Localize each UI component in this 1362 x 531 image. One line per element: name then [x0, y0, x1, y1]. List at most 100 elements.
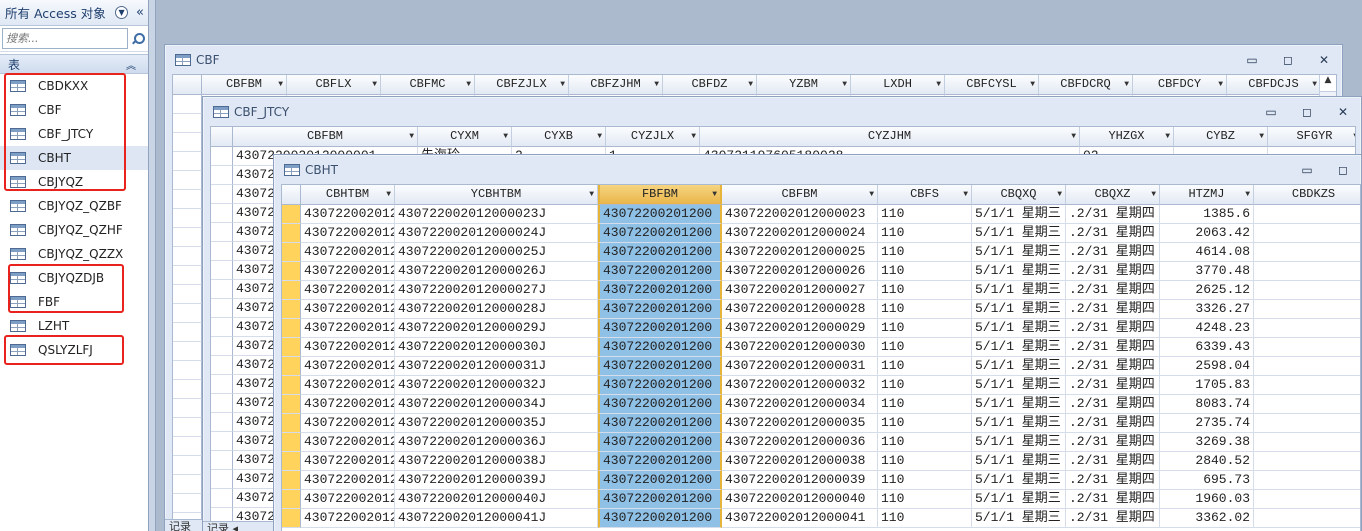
table-cell[interactable]: 3	[1254, 319, 1360, 338]
chevron-down-icon[interactable]: ▼	[1165, 127, 1170, 146]
chevron-down-icon[interactable]: ▼	[691, 127, 696, 146]
row-selector[interactable]	[173, 437, 202, 456]
select-all-corner[interactable]	[173, 75, 202, 95]
column-header[interactable]: CBFZJLX ▼	[475, 75, 569, 95]
table-cell[interactable]: 5/1/1 星期三	[972, 433, 1066, 452]
table-cell[interactable]: 110	[878, 433, 972, 452]
row-selector[interactable]	[173, 190, 202, 209]
table-cell[interactable]: .2/31 星期四	[1066, 243, 1160, 262]
table-cell[interactable]: 5/1/1 星期三	[972, 357, 1066, 376]
nav-item-cbjyqz-qzhf[interactable]: CBJYQZ_QZHF	[0, 218, 148, 242]
chevron-down-icon[interactable]: ▼	[936, 75, 941, 94]
chevron-down-icon[interactable]: ▼	[1151, 185, 1156, 204]
table-cell[interactable]: 3269.38	[1160, 433, 1254, 452]
table-cell[interactable]: 43072200201200	[598, 376, 722, 395]
restore-icon[interactable]: ◻	[1270, 53, 1306, 67]
table-cell[interactable]: 43072200201200	[598, 281, 722, 300]
table-cell[interactable]: 110	[878, 414, 972, 433]
table-cell[interactable]: 430722002012000025J	[395, 243, 598, 262]
table-cell[interactable]: 43072200201200	[598, 490, 722, 509]
window-cbht[interactable]: CBHT ▭ ◻ CBHTBM ▼ YCBHTBM ▼ FBFBM ▼ CBFBM ▼ CBFS…	[273, 154, 1362, 531]
chevron-down-icon[interactable]: ▼	[1353, 127, 1355, 146]
table-cell[interactable]: 430722002012000035J	[395, 414, 598, 433]
table-cell[interactable]: .2/31 星期四	[1066, 281, 1160, 300]
table-cell[interactable]: 110	[878, 490, 972, 509]
table-cell[interactable]: 430722002012000026J	[301, 262, 395, 281]
table-cell[interactable]: 1	[1254, 338, 1360, 357]
nav-item-cbjyqz-qzbf[interactable]: CBJYQZ_QZBF	[0, 194, 148, 218]
table-cell[interactable]: 5/1/1 星期三	[972, 319, 1066, 338]
table-cell[interactable]: .2/31 星期四	[1066, 509, 1160, 528]
table-cell[interactable]: 110	[878, 471, 972, 490]
table-cell[interactable]: 1	[1254, 205, 1360, 224]
row-selector[interactable]	[282, 509, 301, 528]
table-cell[interactable]: 430722002012000038	[722, 452, 878, 471]
table-cell[interactable]: 430722002012000032J	[395, 376, 598, 395]
chevron-down-icon[interactable]: ▼	[842, 75, 847, 94]
row-selector[interactable]	[282, 357, 301, 376]
row-selector[interactable]	[282, 205, 301, 224]
table-cell[interactable]: .2/31 星期四	[1066, 205, 1160, 224]
table-cell[interactable]: 5/1/1 星期三	[972, 224, 1066, 243]
chevron-down-icon[interactable]: ▼	[409, 127, 414, 146]
table-cell[interactable]: .2/31 星期四	[1066, 490, 1160, 509]
chevron-down-icon[interactable]: ▼	[712, 185, 717, 204]
chevron-down-icon[interactable]: ▼	[869, 185, 874, 204]
table-cell[interactable]: 430722002012000041	[722, 509, 878, 528]
row-selector[interactable]	[282, 300, 301, 319]
column-header[interactable]: YCBHTBM ▼	[395, 185, 598, 205]
column-header[interactable]: HTZMJ ▼	[1160, 185, 1254, 205]
table-cell[interactable]: 430722002012000034J	[301, 395, 395, 414]
table-cell[interactable]: 430722002012000031J	[395, 357, 598, 376]
row-selector[interactable]	[211, 318, 233, 337]
table-cell[interactable]: 430722002012000025	[722, 243, 878, 262]
column-header[interactable]: CBQXQ ▼	[972, 185, 1066, 205]
chevron-down-icon[interactable]: ▼	[1057, 185, 1062, 204]
chevron-down-icon[interactable]: ▼	[278, 75, 283, 94]
table-cell[interactable]: 5/1/1 星期三	[972, 490, 1066, 509]
table-cell[interactable]: 430722002012000024J	[301, 224, 395, 243]
table-cell[interactable]: .2/31 星期四	[1066, 338, 1160, 357]
table-cell[interactable]: .2/31 星期四	[1066, 224, 1160, 243]
table-cell[interactable]: 5/1/1 星期三	[972, 452, 1066, 471]
table-cell[interactable]: 2598.04	[1160, 357, 1254, 376]
row-selector[interactable]	[173, 380, 202, 399]
table-cell[interactable]: 430722002012000040J	[395, 490, 598, 509]
column-header[interactable]: CYZJHM ▼	[700, 127, 1080, 147]
row-selector[interactable]	[211, 489, 233, 508]
nav-title[interactable]: 所有 Access 对象	[5, 3, 115, 22]
column-header[interactable]: CYBZ ▼	[1174, 127, 1268, 147]
table-cell[interactable]: 430722002012000039J	[395, 471, 598, 490]
table-cell[interactable]: 6339.43	[1160, 338, 1254, 357]
table-cell[interactable]: 430722002012000038J	[395, 452, 598, 471]
table-cell[interactable]: .2/31 星期四	[1066, 471, 1160, 490]
table-cell[interactable]: 430722002012000027J	[395, 281, 598, 300]
table-cell[interactable]: 430722002012000040	[722, 490, 878, 509]
chevron-down-icon[interactable]: ▼	[589, 185, 594, 204]
table-cell[interactable]: 8083.74	[1160, 395, 1254, 414]
table-cell[interactable]: 2	[1254, 509, 1360, 528]
row-selector[interactable]	[173, 133, 202, 152]
row-selector[interactable]	[211, 204, 233, 223]
table-cell[interactable]: 1	[1254, 490, 1360, 509]
row-selector[interactable]	[211, 375, 233, 394]
row-selector[interactable]	[173, 361, 202, 380]
table-cell[interactable]: 110	[878, 224, 972, 243]
chevron-down-icon[interactable]: ▼	[1259, 127, 1264, 146]
table-cell[interactable]: 430722002012000027J	[301, 281, 395, 300]
table-cell[interactable]: 3362.02	[1160, 509, 1254, 528]
restore-icon[interactable]: ◻	[1325, 163, 1361, 177]
column-header[interactable]: CBQXZ ▼	[1066, 185, 1160, 205]
table-cell[interactable]: 2	[1254, 243, 1360, 262]
table-cell[interactable]: 110	[878, 452, 972, 471]
table-cell[interactable]: 430722002012000026	[722, 262, 878, 281]
chevron-down-icon[interactable]: ▼	[466, 75, 471, 94]
table-cell[interactable]: 430722002012000039J	[301, 471, 395, 490]
chevron-down-icon[interactable]: ▼	[1245, 185, 1250, 204]
table-cell[interactable]: 1	[1254, 376, 1360, 395]
row-selector[interactable]	[211, 394, 233, 413]
chevron-down-icon[interactable]: ▼	[597, 127, 602, 146]
row-selector[interactable]	[173, 342, 202, 361]
table-cell[interactable]: 430722002012000034	[722, 395, 878, 414]
search-input[interactable]	[2, 28, 128, 49]
